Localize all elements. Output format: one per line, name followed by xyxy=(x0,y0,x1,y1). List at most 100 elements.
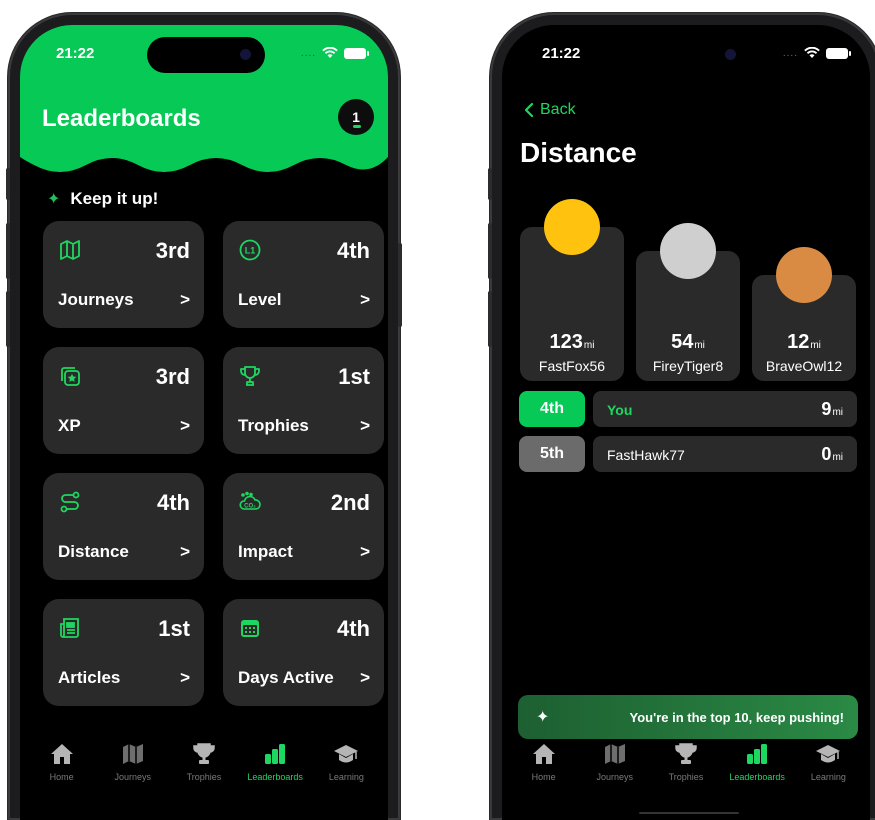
row-name: FastHawk77 xyxy=(607,447,685,463)
rank-chip-fasthawk: 5th xyxy=(519,436,585,472)
action-button xyxy=(488,168,492,200)
chevron-right-icon: > xyxy=(360,290,370,309)
rank-row-fasthawk[interactable]: FastHawk77 0mi xyxy=(593,436,857,472)
card-label: Impact xyxy=(238,542,293,561)
rank-chip-you: 4th xyxy=(519,391,585,427)
podium-name-second: FireyTiger8 xyxy=(652,358,724,374)
status-icons: .... xyxy=(783,47,851,59)
status-bar: 21:22 .... xyxy=(20,25,388,75)
phone-distance: 21:22 .... Back Distance 123mi 54mi 12mi… xyxy=(488,13,875,820)
tab-label: Learning xyxy=(328,772,364,782)
trophy-icon xyxy=(193,743,215,764)
map-icon xyxy=(60,240,80,260)
back-button[interactable]: Back xyxy=(524,101,576,119)
tab-label: Trophies xyxy=(186,772,222,782)
tab-journeys[interactable]: Journeys xyxy=(582,732,648,812)
trophy-icon xyxy=(240,366,260,386)
volume-down-button xyxy=(488,291,492,347)
silver-medal-avatar xyxy=(660,223,716,279)
volume-down-button xyxy=(6,291,10,347)
chevron-right-icon: > xyxy=(360,542,370,561)
unit: mi xyxy=(694,340,705,351)
map-icon xyxy=(122,744,143,764)
unit: mi xyxy=(583,340,595,351)
podium-name-third: BraveOwl12 xyxy=(765,358,843,374)
chevron-right-icon: > xyxy=(360,416,370,435)
tab-trophies[interactable]: Trophies xyxy=(171,732,237,812)
tab-learning[interactable]: Learning xyxy=(795,732,861,812)
unit: mi xyxy=(810,340,821,351)
level-badge[interactable]: 1 xyxy=(338,99,374,135)
back-label: Back xyxy=(540,101,576,118)
tab-bar: Home Journeys Trophies Leaderboards Lear… xyxy=(20,732,388,812)
route-icon xyxy=(60,491,80,513)
podium-value-first: 123mi xyxy=(520,331,624,354)
unit: mi xyxy=(832,407,843,418)
tab-label: Leaderboards xyxy=(247,772,303,782)
graduation-cap-icon xyxy=(334,745,359,763)
card-label: Journeys xyxy=(58,290,134,309)
tab-home[interactable]: Home xyxy=(511,732,577,812)
tab-label: Home xyxy=(531,772,556,782)
status-bar: 21:22 .... xyxy=(502,25,870,75)
phone-leaderboards: 21:22 .... Leaderboards 1 ✦ Keep it up! … xyxy=(6,13,402,820)
card-rank: 3rd xyxy=(155,238,190,263)
card-rank: 2nd xyxy=(330,490,370,515)
tab-home[interactable]: Home xyxy=(29,732,95,812)
trophy-icon xyxy=(675,743,697,764)
value: 0 xyxy=(821,444,832,464)
status-icons: .... xyxy=(301,47,369,59)
card-level[interactable]: L1 4th Level > xyxy=(223,221,384,328)
card-days-active[interactable]: 4th Days Active > xyxy=(223,599,384,706)
card-rank: 1st xyxy=(338,364,370,389)
tab-trophies[interactable]: Trophies xyxy=(653,732,719,812)
value: 123 xyxy=(549,331,583,353)
row-value: 0mi xyxy=(821,444,843,465)
home-indicator[interactable] xyxy=(639,812,739,814)
chevron-right-icon: > xyxy=(360,668,370,687)
card-distance[interactable]: 4th Distance > xyxy=(43,473,204,580)
tab-label: Journeys xyxy=(114,772,152,782)
badge-count: 1 xyxy=(352,109,360,125)
tab-bar: Home Journeys Trophies Leaderboards Lear… xyxy=(502,732,870,812)
encouragement-banner: ✦ Keep it up! xyxy=(47,189,158,209)
card-rank: 4th xyxy=(337,616,370,641)
status-time: 21:22 xyxy=(542,45,581,62)
rank-row-you[interactable]: You 9mi xyxy=(593,391,857,427)
tab-learning[interactable]: Learning xyxy=(313,732,379,812)
card-label: Distance xyxy=(58,542,129,561)
card-articles[interactable]: 1st Articles > xyxy=(43,599,204,706)
value: 9 xyxy=(821,399,832,419)
tab-leaderboards[interactable]: Leaderboards xyxy=(724,732,790,812)
podium-value-second: 54mi xyxy=(636,331,740,354)
tab-journeys[interactable]: Journeys xyxy=(100,732,166,812)
home-icon xyxy=(532,744,555,764)
card-label: XP xyxy=(58,416,81,435)
tab-leaderboards[interactable]: Leaderboards xyxy=(242,732,308,812)
wifi-icon xyxy=(804,47,820,58)
leaderboards-screen: 21:22 .... Leaderboards 1 ✦ Keep it up! … xyxy=(20,25,388,820)
card-xp[interactable]: 3rd XP > xyxy=(43,347,204,454)
card-impact[interactable]: CO₂ 2nd Impact > xyxy=(223,473,384,580)
dynamic-island xyxy=(147,37,265,73)
page-title: Leaderboards xyxy=(42,105,201,132)
row-value: 9mi xyxy=(821,399,843,420)
card-label: Level xyxy=(238,290,282,309)
card-trophies[interactable]: 1st Trophies > xyxy=(223,347,384,454)
level-icon: L1 xyxy=(239,239,261,261)
power-button xyxy=(398,243,402,327)
podium-value-third: 12mi xyxy=(752,331,856,354)
value: 12 xyxy=(787,331,810,353)
card-rank: 4th xyxy=(337,238,370,263)
level-icon-text: L1 xyxy=(245,246,256,256)
wifi-icon xyxy=(322,47,338,58)
card-label: Trophies xyxy=(238,416,309,435)
sparkle-icon: ✦ xyxy=(47,191,61,208)
leaderboard-icon xyxy=(265,744,286,764)
co2-cloud-icon: CO₂ xyxy=(239,491,261,510)
tab-label: Journeys xyxy=(596,772,634,782)
row-name: You xyxy=(607,402,633,418)
card-journeys[interactable]: 3rd Journeys > xyxy=(43,221,204,328)
status-time: 21:22 xyxy=(56,45,95,62)
home-icon xyxy=(50,744,73,764)
